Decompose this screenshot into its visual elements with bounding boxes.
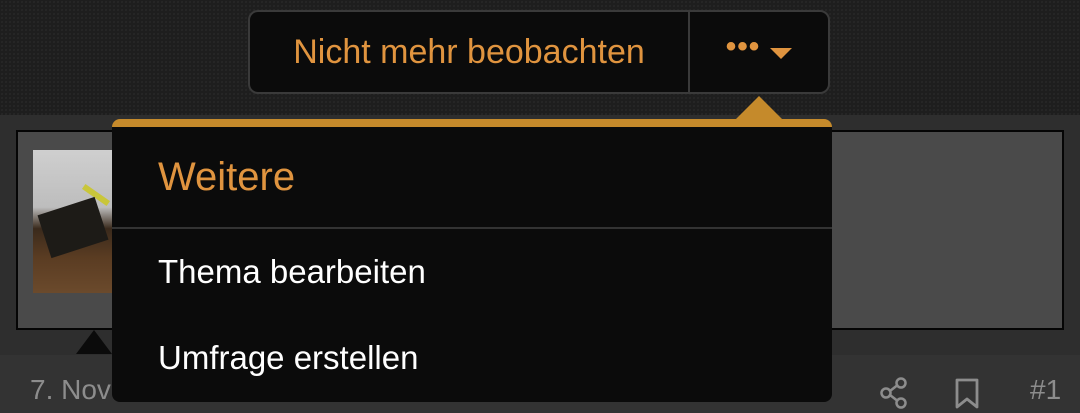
menu-item-edit-thread[interactable]: Thema bearbeiten <box>112 229 832 315</box>
more-options-menu: Weitere Thema bearbeiten Umfrage erstell… <box>112 119 832 402</box>
more-options-button[interactable]: ••• <box>690 12 828 92</box>
more-dots-icon: ••• <box>725 30 761 63</box>
thread-actions-group: Nicht mehr beobachten ••• <box>248 10 830 94</box>
menu-item-create-poll[interactable]: Umfrage erstellen <box>112 315 832 401</box>
unwatch-button[interactable]: Nicht mehr beobachten <box>250 12 690 92</box>
thread-toolbar: Nicht mehr beobachten ••• <box>0 0 1080 115</box>
share-icon[interactable] <box>879 377 909 409</box>
chevron-down-icon <box>770 47 793 59</box>
menu-pointer <box>735 96 783 120</box>
menu-header: Weitere <box>112 127 832 229</box>
post-thumbnail[interactable] <box>33 150 113 293</box>
post-number-link[interactable]: #1 <box>1030 374 1061 406</box>
thumbnail-pointer <box>76 330 112 354</box>
bookmark-icon[interactable] <box>954 378 980 410</box>
